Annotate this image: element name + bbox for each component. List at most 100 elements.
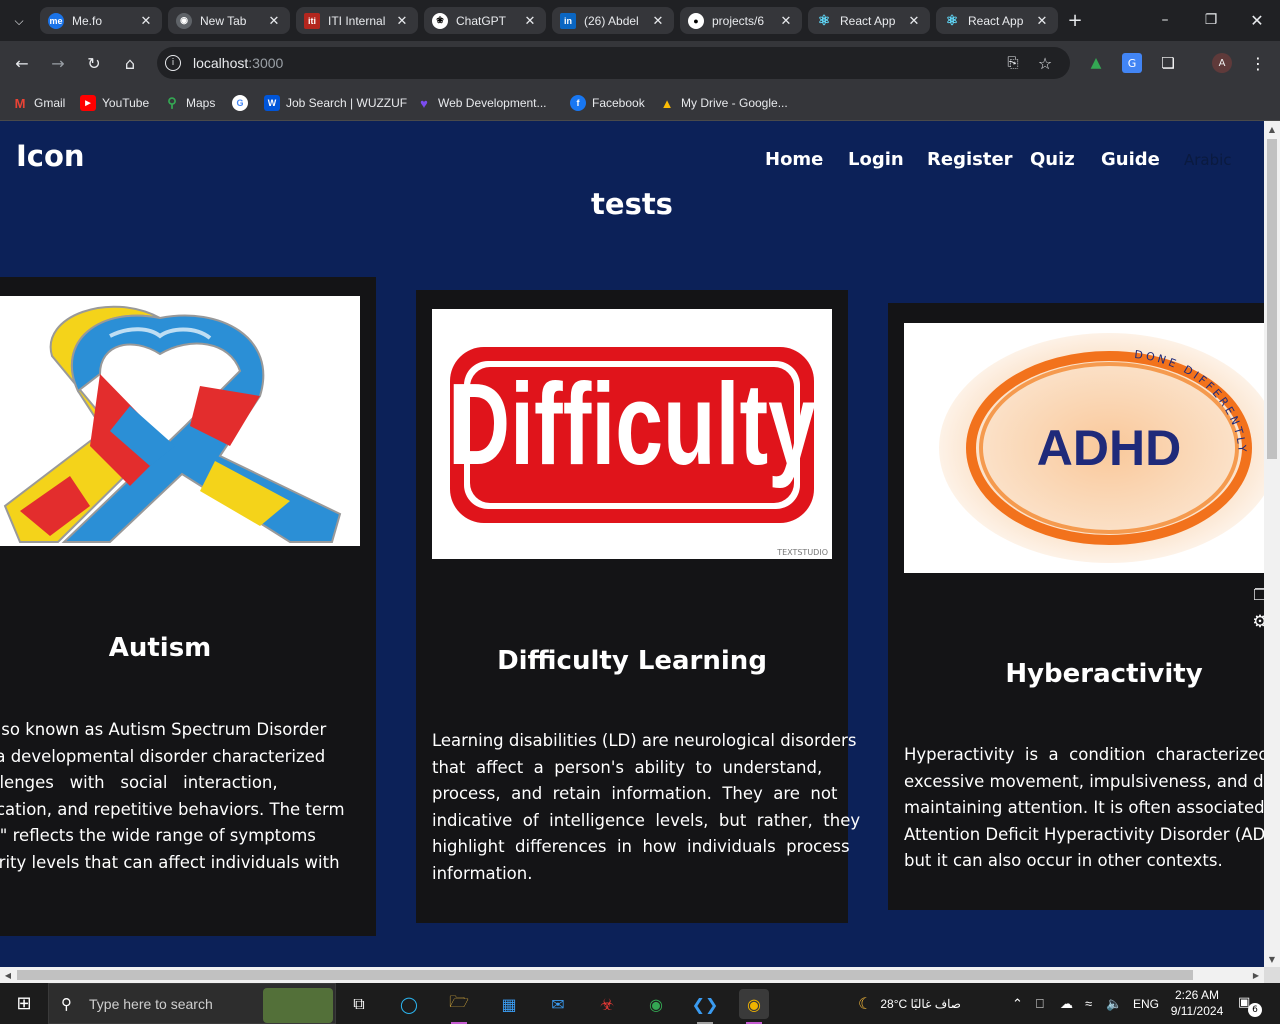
video-camera-icon[interactable]: ▬ <box>1248 557 1264 579</box>
tab-me-fo[interactable]: me Me.fo ✕ <box>40 7 162 34</box>
close-icon[interactable]: ✕ <box>778 13 794 29</box>
scroll-up-arrow-icon[interactable]: ▲ <box>1264 121 1280 137</box>
horizontal-scroll-thumb[interactable] <box>17 970 1193 980</box>
tab-new-tab[interactable]: ◉ New Tab ✕ <box>168 7 290 34</box>
test-card-hyberactivity[interactable]: ADHD DONE DIFFERENTLY Hyberactivity Hype… <box>888 303 1264 910</box>
reload-icon[interactable]: ↻ <box>82 51 106 75</box>
scroll-down-arrow-icon[interactable]: ▼ <box>1264 951 1280 967</box>
chrome-taskbar-icon[interactable]: ◉ <box>641 989 671 1019</box>
tab-github[interactable]: ● projects/6 ✕ <box>680 7 802 34</box>
bookmark-youtube[interactable]: ▶ YouTube <box>80 93 149 113</box>
nav-home[interactable]: Home <box>765 149 823 170</box>
back-arrow-icon[interactable]: ← <box>10 51 34 75</box>
restore-icon[interactable]: ❐ <box>1199 8 1223 32</box>
chrome-profile-taskbar-icon[interactable]: ◉ <box>739 989 769 1024</box>
mail-icon[interactable]: ✉ <box>543 989 573 1019</box>
tab-linkedin[interactable]: in (26) Abdel ✕ <box>552 7 674 34</box>
taskbar-clock[interactable]: 2:26 AM 9/11/2024 <box>1162 987 1232 1019</box>
bookmark-web-development[interactable]: ♥ Web Development... <box>416 93 546 113</box>
google-translate-extension-icon[interactable]: G <box>1122 53 1142 73</box>
settings-gear-icon[interactable]: ⚙ <box>1248 611 1264 633</box>
tab-react-app[interactable]: ⚛ React App ✕ <box>808 7 930 34</box>
meet-now-icon[interactable]: ⎕ <box>1036 983 1044 1024</box>
home-icon[interactable]: ⌂ <box>118 51 142 75</box>
close-icon[interactable]: ✕ <box>522 13 538 29</box>
close-icon[interactable]: ✕ <box>906 13 922 29</box>
nav-login[interactable]: Login <box>848 149 904 170</box>
vertical-scroll-thumb[interactable] <box>1267 139 1277 459</box>
site-info-icon[interactable]: i <box>165 55 181 71</box>
window-capture-icon[interactable]: ❐ <box>1248 584 1264 606</box>
task-view-icon[interactable]: ⧉ <box>344 989 374 1019</box>
horizontal-scrollbar[interactable]: ◀ ▶ <box>0 967 1264 983</box>
brand-logo[interactable]: Icon <box>16 139 85 173</box>
taskbar-search-input[interactable]: ⚲ Type here to search <box>48 983 336 1024</box>
test-card-autism[interactable]: Autism m, also known as Autism Spectrum … <box>0 277 376 936</box>
card-title: Autism <box>108 633 212 663</box>
tab-iti[interactable]: iti ITI Internal ✕ <box>296 7 418 34</box>
tray-chevron-icon[interactable]: ⌃ <box>1012 983 1023 1024</box>
tab-chatgpt[interactable]: ❀ ChatGPT ✕ <box>424 7 546 34</box>
windows-start-icon[interactable]: ⊞ <box>0 983 48 1024</box>
react-icon: ⚛ <box>945 12 959 28</box>
new-tab-button[interactable]: + <box>1064 9 1086 31</box>
bookmark-google[interactable]: G <box>232 93 254 113</box>
facebook-icon: f <box>570 95 586 111</box>
close-icon[interactable]: ✕ <box>266 13 282 29</box>
tab-search-chevron-icon[interactable]: ⌵ <box>8 10 30 32</box>
bookmark-gmail[interactable]: M Gmail <box>12 93 66 113</box>
forward-arrow-icon[interactable]: → <box>46 51 70 75</box>
nav-arabic[interactable]: Arabic <box>1184 151 1232 169</box>
pin-icon[interactable]: ✎⋯ <box>1248 516 1264 528</box>
cloud-icon[interactable]: ☁ <box>1060 983 1073 1024</box>
language-indicator[interactable]: ENG <box>1133 983 1159 1024</box>
notification-center-icon[interactable]: ▣ 6 <box>1238 995 1262 1017</box>
address-bar[interactable]: i localhost:3000 ⎘ ☆ <box>157 47 1070 79</box>
scroll-right-arrow-icon[interactable]: ▶ <box>1248 967 1264 983</box>
security-app-icon[interactable]: ☣ <box>592 989 622 1019</box>
close-icon[interactable]: ✕ <box>1034 13 1050 29</box>
page-viewport: Icon Home Login Register Quiz Guide Arab… <box>0 121 1264 967</box>
profile-avatar[interactable]: A <box>1212 53 1232 73</box>
weather-widget[interactable]: ☾ 28°C صاف غالبًا <box>858 983 961 1024</box>
bookmark-label: Maps <box>186 96 216 110</box>
edge-icon[interactable]: ◯ <box>394 989 424 1019</box>
bookmark-wuzzuf[interactable]: W Job Search | WUZZUF <box>264 93 407 113</box>
close-icon[interactable]: ✕ <box>138 13 154 29</box>
chrome-icon: ◉ <box>176 12 192 29</box>
volume-icon[interactable]: 🔈 <box>1106 983 1122 1024</box>
tab-title: New Tab <box>200 13 247 28</box>
tab-react-app-active[interactable]: ⚛ React App ✕ <box>936 7 1058 34</box>
close-window-icon[interactable]: ✕ <box>1245 8 1269 32</box>
bookmark-star-icon[interactable]: ☆ <box>1035 54 1055 73</box>
google-drive-extension-icon[interactable]: ▲ <box>1086 53 1106 73</box>
minimize-icon[interactable]: – <box>1153 8 1177 32</box>
clock-date: 9/11/2024 <box>1170 1004 1224 1018</box>
bookmark-maps[interactable]: ⚲ Maps <box>164 93 215 113</box>
url-text[interactable]: localhost:3000 <box>193 55 283 71</box>
linkedin-icon: in <box>560 12 576 29</box>
file-explorer-icon[interactable]: 🗁 <box>444 989 474 1024</box>
vscode-icon[interactable]: ❮❯ <box>690 989 720 1024</box>
close-icon[interactable]: ✕ <box>650 13 666 29</box>
wifi-icon[interactable]: ≈ <box>1085 983 1092 1024</box>
scroll-left-arrow-icon[interactable]: ◀ <box>0 967 16 983</box>
install-app-icon[interactable]: ⎘ <box>1003 54 1023 72</box>
extensions-puzzle-icon[interactable]: ❏ <box>1158 53 1178 73</box>
nav-guide[interactable]: Guide <box>1101 149 1160 170</box>
microsoft-store-icon[interactable]: ▦ <box>494 989 524 1019</box>
bookmark-my-drive[interactable]: ▲ My Drive - Google... <box>659 93 788 113</box>
weather-text: 28°C صاف غالبًا <box>880 996 961 1011</box>
gmail-icon: M <box>14 95 26 111</box>
adhd-text: ADHD <box>1037 420 1181 476</box>
kebab-menu-icon[interactable]: ⋮ <box>1248 53 1268 73</box>
drive-icon: ▲ <box>660 95 674 111</box>
nav-register[interactable]: Register <box>927 149 1013 170</box>
test-card-difficulty-learning[interactable]: Difficulty TEXTSTUDIO Difficulty Learnin… <box>416 290 860 923</box>
nav-quiz[interactable]: Quiz <box>1030 149 1075 170</box>
camera-icon[interactable]: ◉ <box>1248 530 1264 552</box>
bookmark-facebook[interactable]: f Facebook <box>570 93 645 113</box>
vertical-scrollbar[interactable]: ▲ ▼ <box>1264 121 1280 967</box>
bookmark-label: Facebook <box>592 96 645 110</box>
close-icon[interactable]: ✕ <box>394 13 410 29</box>
